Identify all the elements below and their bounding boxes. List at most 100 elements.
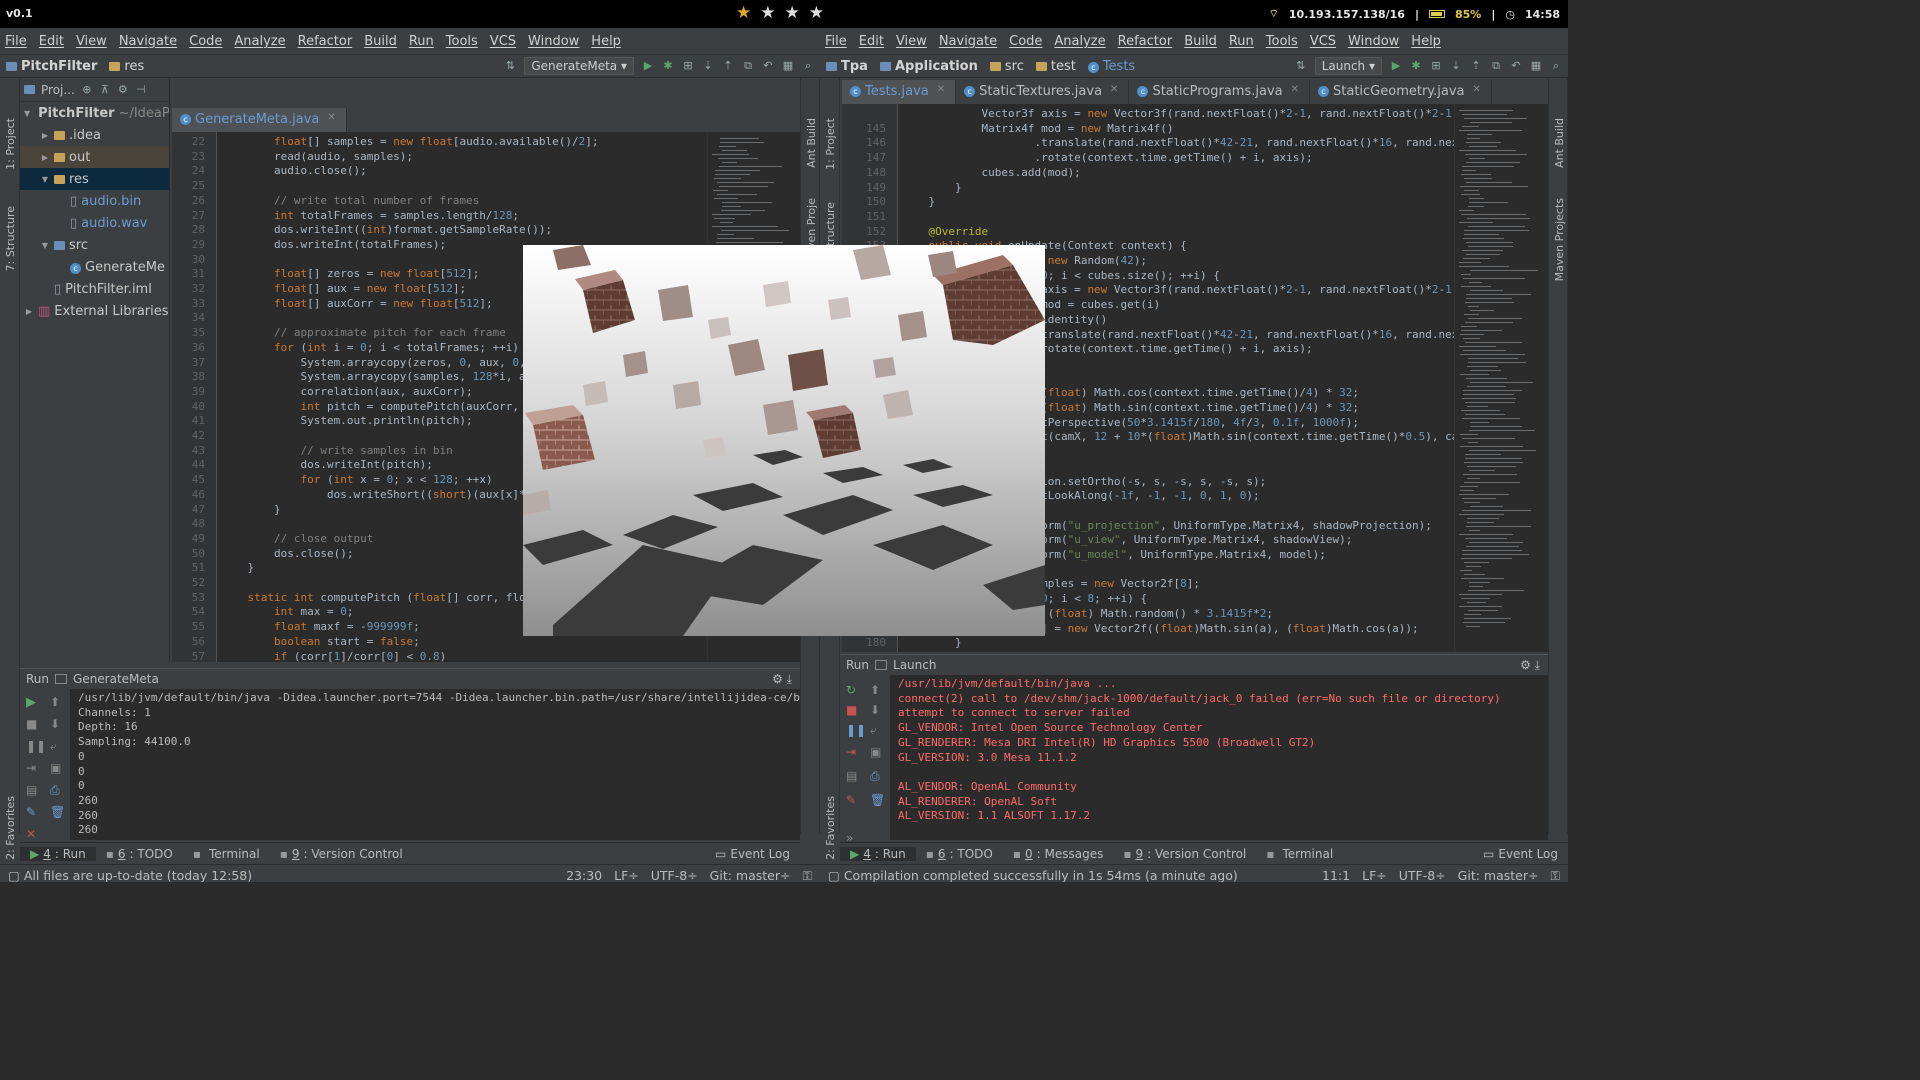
layout-icon[interactable]: ▤ <box>26 783 37 797</box>
debug-icon[interactable]: ✱ <box>662 60 674 72</box>
console-output[interactable]: /usr/lib/jvm/default/bin/java -Didea.lau… <box>78 691 800 840</box>
code-line[interactable]: Vector3f axis = new Vector3f(rand.nextFl… <box>902 107 1454 122</box>
print-icon[interactable]: ⎙ <box>870 769 880 784</box>
down-icon[interactable]: ⬇ <box>50 717 60 731</box>
code-line[interactable]: } <box>902 181 1454 196</box>
exit-icon[interactable]: ⇥ <box>846 745 856 759</box>
code-line[interactable]: Matrix4f mod = new Matrix4f() <box>902 122 1454 137</box>
tool-project[interactable]: 1: Project <box>4 118 17 170</box>
pin-icon[interactable]: ✎ <box>26 805 36 819</box>
tree-item[interactable]: ▯ PitchFilter.iml <box>20 278 169 300</box>
toolwindow-button[interactable]: ▪ 6: TODO <box>916 847 1003 861</box>
up-icon[interactable]: ⬆ <box>50 695 60 709</box>
pause-icon[interactable]: ❚❚ <box>846 723 866 737</box>
layout-icon[interactable]: ▤ <box>846 769 857 783</box>
menu-vcs[interactable]: VCS <box>490 34 516 49</box>
menu-tools[interactable]: Tools <box>446 34 478 49</box>
event-log-button[interactable]: ▭ Event Log <box>1473 847 1568 861</box>
breadcrumb-class[interactable]: c Tests <box>1082 59 1141 74</box>
vcs-commit-icon[interactable]: ⇡ <box>722 60 734 72</box>
code-line[interactable]: } <box>902 636 1454 651</box>
lock-icon[interactable]: ⚿ <box>802 868 812 883</box>
tree-item[interactable]: ▯ audio.wav <box>20 212 169 234</box>
gear-icon[interactable]: ⚙ ⤓ <box>772 672 800 687</box>
run-config-select[interactable]: Launch ▾ <box>1314 57 1382 75</box>
editor-tab[interactable]: c Tests.java ✕ <box>842 80 957 104</box>
breadcrumb-module[interactable]: Application <box>874 59 984 74</box>
menu-view[interactable]: View <box>896 34 927 49</box>
tool-favorites[interactable]: 2: Favorites <box>824 796 837 860</box>
run-icon[interactable]: ▶ <box>642 60 654 72</box>
vcs-compare-icon[interactable]: ⧉ <box>742 60 754 72</box>
hide-icon[interactable]: ⊣ <box>135 83 147 96</box>
menu-edit[interactable]: Edit <box>859 34 884 49</box>
build-icon[interactable]: ⇅ <box>504 60 516 72</box>
opengl-render-window[interactable] <box>523 245 1045 636</box>
file-encoding[interactable]: UTF-8÷ <box>1399 868 1446 883</box>
code-line[interactable]: if (corr[1]/corr[0] < 0.8) <box>221 650 707 663</box>
toolwindow-button[interactable]: ▪ Terminal <box>183 847 270 861</box>
coverage-icon[interactable]: ⊞ <box>1430 60 1442 72</box>
tree-item[interactable]: ▼ res <box>20 168 169 190</box>
menu-run[interactable]: Run <box>1229 34 1254 49</box>
tool-favorites[interactable]: 2: Favorites <box>4 796 17 860</box>
build-icon[interactable]: ⇅ <box>1295 60 1307 72</box>
trash-icon[interactable]: 🗑 <box>870 793 885 807</box>
rerun-icon[interactable]: ↻ <box>846 683 856 697</box>
code-line[interactable]: cubes.add(mod); <box>902 166 1454 181</box>
toolwindow-button[interactable]: ▪ Terminal <box>1256 847 1343 861</box>
git-branch[interactable]: Git: master÷ <box>1458 868 1539 883</box>
toolwindow-button[interactable]: ▶ 4: Run <box>20 846 96 861</box>
code-line[interactable]: int totalFrames = samples.length/128; <box>221 209 707 224</box>
gear-icon[interactable]: ⚙ ⤓ <box>1520 658 1548 673</box>
menu-run[interactable]: Run <box>409 34 434 49</box>
menu-code[interactable]: Code <box>1009 34 1042 49</box>
menu-build[interactable]: Build <box>364 34 397 49</box>
expand-arrow-icon[interactable]: ▶ <box>24 307 34 316</box>
menu-window[interactable]: Window <box>1348 34 1399 49</box>
code-line[interactable]: read(audio, samples); <box>221 150 707 165</box>
settings-icon[interactable]: ▦ <box>782 60 794 72</box>
print-icon[interactable]: ⎙ <box>50 783 60 798</box>
expand-arrow-icon[interactable]: ▶ <box>40 131 50 140</box>
console-output[interactable]: /usr/lib/jvm/default/bin/java ... connect… <box>898 677 1548 840</box>
menu-file[interactable]: File <box>825 34 847 49</box>
tree-item[interactable]: ▶ out <box>20 146 169 168</box>
editor-tab[interactable]: c StaticTextures.java ✕ <box>956 80 1130 104</box>
code-line[interactable]: depth.setUniform("u_samples", UniformTyp… <box>902 651 1454 652</box>
tree-item[interactable]: ▶ ▥ External Libraries <box>20 300 169 322</box>
menu-build[interactable]: Build <box>1184 34 1217 49</box>
breadcrumb-project[interactable]: PitchFilter <box>0 59 103 74</box>
undo-icon[interactable]: ↶ <box>762 60 774 72</box>
menu-view[interactable]: View <box>76 34 107 49</box>
lock-icon[interactable]: ⚿ <box>1550 868 1560 883</box>
close-icon[interactable]: ✕ <box>26 827 36 841</box>
menu-help[interactable]: Help <box>591 34 621 49</box>
file-encoding[interactable]: UTF-8÷ <box>651 868 698 883</box>
menu-refactor[interactable]: Refactor <box>298 34 353 49</box>
close-icon[interactable]: ✕ <box>1473 84 1481 95</box>
menu-file[interactable]: File <box>5 34 27 49</box>
breadcrumb-project[interactable]: Tpa <box>820 59 874 74</box>
tree-item[interactable]: ▶ .idea <box>20 124 169 146</box>
pin-icon[interactable]: ✎ <box>846 793 856 807</box>
tree-item[interactable]: ▯ audio.bin <box>20 190 169 212</box>
down-icon[interactable]: ⬇ <box>870 703 880 717</box>
tool-project[interactable]: 1: Project <box>824 118 837 170</box>
vcs-compare-icon[interactable]: ⧉ <box>1490 60 1502 72</box>
event-log-button[interactable]: ▭ Event Log <box>705 847 800 861</box>
toolwindow-button[interactable]: ▪ 9: Version Control <box>270 847 413 861</box>
debug-icon[interactable]: ✱ <box>1410 60 1422 72</box>
stop-icon[interactable]: ■ <box>846 703 857 717</box>
caret-position[interactable]: 11:1 <box>1322 868 1350 883</box>
close-icon[interactable]: ✕ <box>327 112 335 123</box>
breadcrumb-test[interactable]: test <box>1030 59 1082 74</box>
toolwindow-button[interactable]: ▪ 0: Messages <box>1003 847 1113 861</box>
gear-icon[interactable]: ⚙ <box>117 83 129 96</box>
tool-maven[interactable]: Maven Projects <box>1553 198 1566 281</box>
pause-icon[interactable]: ❚❚ <box>26 739 46 753</box>
code-line[interactable]: dos.writeInt((int)format.getSampleRate()… <box>221 223 707 238</box>
code-line[interactable]: } <box>902 195 1454 210</box>
menu-window[interactable]: Window <box>528 34 579 49</box>
rerun-icon[interactable]: ▶ <box>26 695 36 710</box>
